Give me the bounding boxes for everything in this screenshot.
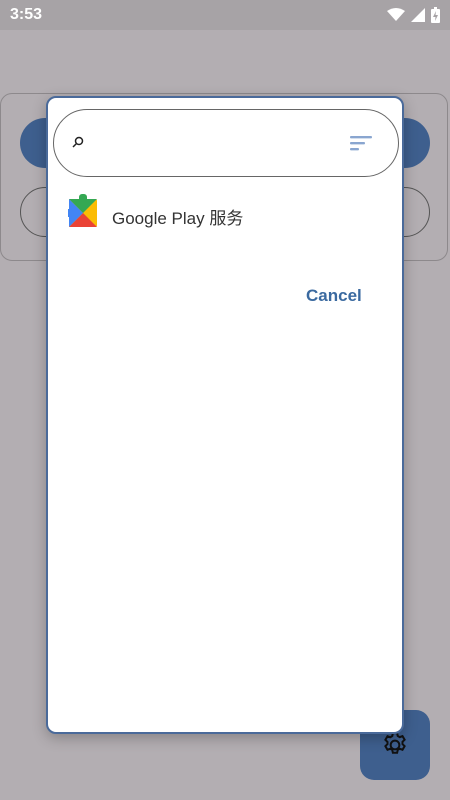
app-picker-dialog: Google Play 服务 Cancel bbox=[46, 96, 404, 734]
app-name: Google Play 服务 bbox=[112, 209, 244, 228]
status-icons bbox=[387, 7, 440, 23]
search-input[interactable] bbox=[96, 128, 340, 162]
sort-icon[interactable] bbox=[350, 135, 372, 151]
battery-charging-icon bbox=[431, 7, 440, 23]
status-time: 3:53 bbox=[10, 6, 43, 23]
wifi-icon bbox=[387, 8, 405, 21]
gear-icon bbox=[384, 732, 406, 754]
search-bar bbox=[53, 109, 399, 177]
signal-icon bbox=[411, 8, 425, 22]
google-play-services-icon bbox=[68, 194, 97, 227]
search-icon bbox=[72, 136, 84, 148]
status-bar: 3:53 bbox=[0, 0, 450, 30]
list-item[interactable]: Google Play 服务 bbox=[48, 188, 402, 240]
cancel-button[interactable]: Cancel bbox=[306, 286, 362, 306]
